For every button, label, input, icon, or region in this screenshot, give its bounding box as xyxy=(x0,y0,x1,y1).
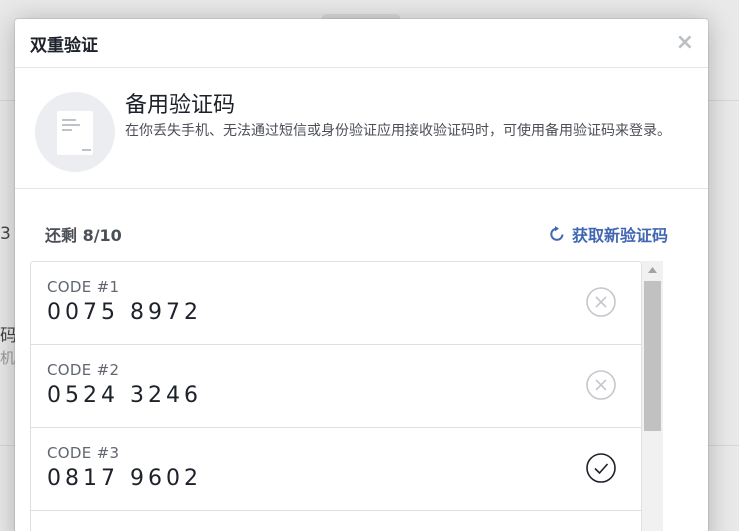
remaining-count: 还剩 8/10 xyxy=(45,226,122,245)
code-value: 0524 3246 xyxy=(47,383,202,408)
code-value: 0817 9602 xyxy=(47,466,202,491)
scrollbar-thumb[interactable] xyxy=(644,281,661,431)
code-value: 0075 8972 xyxy=(47,300,202,325)
intro-description: 在你丢失手机、无法通过短信或身份验证应用接收验证码时，可使用备用验证码来登录。 xyxy=(125,123,671,139)
x-circle-icon[interactable] xyxy=(585,369,617,401)
list-item: CODE #3 0817 9602 xyxy=(31,428,641,511)
modal-header: 双重验证 × xyxy=(15,19,708,68)
close-icon[interactable]: × xyxy=(676,32,694,54)
x-circle-icon[interactable] xyxy=(585,286,617,318)
intro-heading: 备用验证码 xyxy=(125,93,236,118)
modal-title: 双重验证 xyxy=(30,35,98,56)
scroll-up-icon[interactable] xyxy=(642,261,663,279)
intro-text: 备用验证码 在你丢失手机、无法通过短信或身份验证应用接收验证码时，可使用备用验证… xyxy=(125,92,685,141)
list-item: CODE #1 0075 8972 xyxy=(31,262,641,345)
background-text-fragment: 机 xyxy=(0,349,16,367)
get-new-codes-button[interactable]: 获取新验证码 xyxy=(548,222,668,246)
codes-list: CODE #1 0075 8972 CODE #2 0524 3246 CODE… xyxy=(30,261,642,531)
refresh-icon xyxy=(550,226,564,241)
code-label: CODE #1 xyxy=(47,278,120,296)
check-circle-icon xyxy=(586,453,616,483)
document-icon xyxy=(35,92,115,172)
code-label: CODE #2 xyxy=(47,361,120,379)
codes-container: CODE #1 0075 8972 CODE #2 0524 3246 CODE… xyxy=(30,261,663,531)
codes-scrollbar[interactable] xyxy=(642,261,663,531)
intro-section: 备用验证码 在你丢失手机、无法通过短信或身份验证应用接收验证码时，可使用备用验证… xyxy=(15,68,708,189)
background-text-fragment: 3 xyxy=(0,224,11,244)
list-item: CODE #2 0524 3246 xyxy=(31,345,641,428)
get-new-codes-label: 获取新验证码 xyxy=(571,226,668,245)
code-label: CODE #3 xyxy=(47,444,120,462)
